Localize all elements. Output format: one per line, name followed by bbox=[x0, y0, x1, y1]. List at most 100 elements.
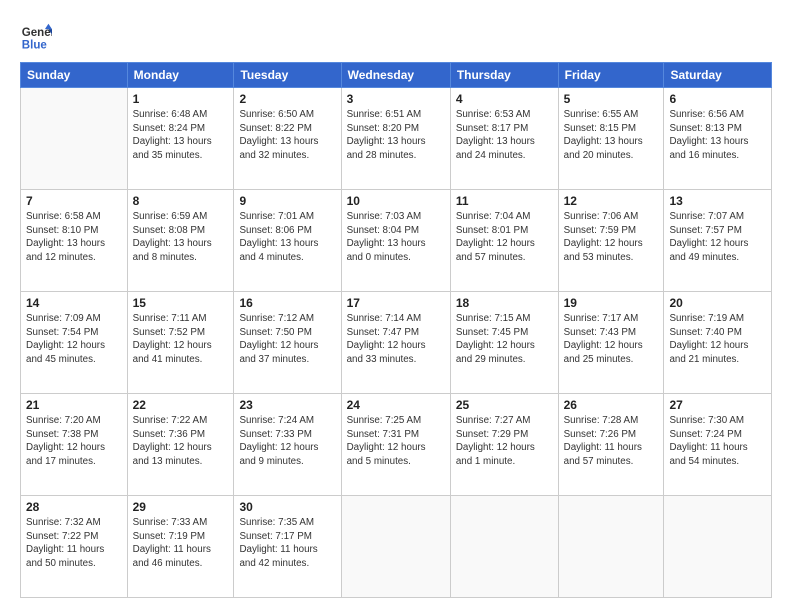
day-info: Sunrise: 7:22 AMSunset: 7:36 PMDaylight:… bbox=[133, 414, 229, 469]
week-row-2: 7Sunrise: 6:58 AMSunset: 8:10 PMDaylight… bbox=[21, 190, 772, 292]
col-header-friday: Friday bbox=[558, 63, 664, 88]
day-number: 27 bbox=[669, 398, 766, 412]
day-cell: 16 Sunrise: 7:12 AMSunset: 7:50 PMDayligh… bbox=[234, 292, 341, 394]
week-row-3: 14 Sunrise: 7:09 AMSunset: 7:54 PMDayligh… bbox=[21, 292, 772, 394]
day-number: 21 bbox=[26, 398, 122, 412]
col-header-wednesday: Wednesday bbox=[341, 63, 450, 88]
day-number: 3 bbox=[347, 92, 445, 106]
day-number: 30 bbox=[239, 500, 335, 514]
day-cell bbox=[341, 496, 450, 598]
week-row-4: 21Sunrise: 7:20 AMSunset: 7:38 PMDayligh… bbox=[21, 394, 772, 496]
day-cell bbox=[664, 496, 772, 598]
day-number: 12 bbox=[564, 194, 659, 208]
day-info: Sunrise: 7:32 AMSunset: 7:22 PMDaylight:… bbox=[26, 516, 122, 571]
day-cell bbox=[450, 496, 558, 598]
day-cell: 21Sunrise: 7:20 AMSunset: 7:38 PMDayligh… bbox=[21, 394, 128, 496]
day-info: Sunrise: 7:17 AMSunset: 7:43 PMDaylight:… bbox=[564, 312, 659, 367]
day-number: 17 bbox=[347, 296, 445, 310]
day-info: Sunrise: 7:12 AMSunset: 7:50 PMDaylight:… bbox=[239, 312, 335, 367]
day-number: 24 bbox=[347, 398, 445, 412]
header-row: SundayMondayTuesdayWednesdayThursdayFrid… bbox=[21, 63, 772, 88]
day-info: Sunrise: 6:50 AMSunset: 8:22 PMDaylight:… bbox=[239, 108, 335, 163]
day-info: Sunrise: 6:55 AMSunset: 8:15 PMDaylight:… bbox=[564, 108, 659, 163]
day-number: 28 bbox=[26, 500, 122, 514]
day-cell: 12 Sunrise: 7:06 AMSunset: 7:59 PMDayligh… bbox=[558, 190, 664, 292]
day-number: 22 bbox=[133, 398, 229, 412]
day-number: 23 bbox=[239, 398, 335, 412]
day-info: Sunrise: 7:35 AMSunset: 7:17 PMDaylight:… bbox=[239, 516, 335, 571]
day-info: Sunrise: 7:24 AMSunset: 7:33 PMDaylight:… bbox=[239, 414, 335, 469]
day-number: 15 bbox=[133, 296, 229, 310]
day-cell bbox=[21, 88, 128, 190]
day-info: Sunrise: 6:51 AMSunset: 8:20 PMDaylight:… bbox=[347, 108, 445, 163]
day-number: 20 bbox=[669, 296, 766, 310]
day-info: Sunrise: 7:14 AMSunset: 7:47 PMDaylight:… bbox=[347, 312, 445, 367]
day-number: 4 bbox=[456, 92, 553, 106]
day-cell: 22 Sunrise: 7:22 AMSunset: 7:36 PMDayligh… bbox=[127, 394, 234, 496]
day-cell: 27 Sunrise: 7:30 AMSunset: 7:24 PMDayligh… bbox=[664, 394, 772, 496]
day-cell: 7Sunrise: 6:58 AMSunset: 8:10 PMDaylight… bbox=[21, 190, 128, 292]
day-number: 7 bbox=[26, 194, 122, 208]
day-info: Sunrise: 7:01 AMSunset: 8:06 PMDaylight:… bbox=[239, 210, 335, 265]
day-number: 18 bbox=[456, 296, 553, 310]
day-cell: 29 Sunrise: 7:33 AMSunset: 7:19 PMDayligh… bbox=[127, 496, 234, 598]
day-cell: 15 Sunrise: 7:11 AMSunset: 7:52 PMDayligh… bbox=[127, 292, 234, 394]
day-cell: 17 Sunrise: 7:14 AMSunset: 7:47 PMDayligh… bbox=[341, 292, 450, 394]
day-info: Sunrise: 6:53 AMSunset: 8:17 PMDaylight:… bbox=[456, 108, 553, 163]
day-info: Sunrise: 7:33 AMSunset: 7:19 PMDaylight:… bbox=[133, 516, 229, 571]
day-number: 10 bbox=[347, 194, 445, 208]
day-cell: 13 Sunrise: 7:07 AMSunset: 7:57 PMDayligh… bbox=[664, 190, 772, 292]
day-info: Sunrise: 7:15 AMSunset: 7:45 PMDaylight:… bbox=[456, 312, 553, 367]
day-cell: 20Sunrise: 7:19 AMSunset: 7:40 PMDayligh… bbox=[664, 292, 772, 394]
header: General Blue bbox=[20, 18, 772, 54]
day-info: Sunrise: 6:59 AMSunset: 8:08 PMDaylight:… bbox=[133, 210, 229, 265]
day-cell: 10 Sunrise: 7:03 AMSunset: 8:04 PMDayligh… bbox=[341, 190, 450, 292]
day-cell: 9 Sunrise: 7:01 AMSunset: 8:06 PMDaylight… bbox=[234, 190, 341, 292]
col-header-saturday: Saturday bbox=[664, 63, 772, 88]
day-cell: 28 Sunrise: 7:32 AMSunset: 7:22 PMDayligh… bbox=[21, 496, 128, 598]
day-info: Sunrise: 6:56 AMSunset: 8:13 PMDaylight:… bbox=[669, 108, 766, 163]
day-info: Sunrise: 7:25 AMSunset: 7:31 PMDaylight:… bbox=[347, 414, 445, 469]
day-cell: 25Sunrise: 7:27 AMSunset: 7:29 PMDayligh… bbox=[450, 394, 558, 496]
day-number: 13 bbox=[669, 194, 766, 208]
day-number: 1 bbox=[133, 92, 229, 106]
day-cell: 11Sunrise: 7:04 AMSunset: 8:01 PMDayligh… bbox=[450, 190, 558, 292]
col-header-tuesday: Tuesday bbox=[234, 63, 341, 88]
day-cell: 3 Sunrise: 6:51 AMSunset: 8:20 PMDaylight… bbox=[341, 88, 450, 190]
col-header-thursday: Thursday bbox=[450, 63, 558, 88]
col-header-sunday: Sunday bbox=[21, 63, 128, 88]
day-number: 6 bbox=[669, 92, 766, 106]
day-number: 25 bbox=[456, 398, 553, 412]
day-info: Sunrise: 7:06 AMSunset: 7:59 PMDaylight:… bbox=[564, 210, 659, 265]
day-number: 26 bbox=[564, 398, 659, 412]
day-info: Sunrise: 7:28 AMSunset: 7:26 PMDaylight:… bbox=[564, 414, 659, 469]
day-number: 9 bbox=[239, 194, 335, 208]
day-number: 5 bbox=[564, 92, 659, 106]
day-cell: 1 Sunrise: 6:48 AMSunset: 8:24 PMDaylight… bbox=[127, 88, 234, 190]
day-cell: 5 Sunrise: 6:55 AMSunset: 8:15 PMDaylight… bbox=[558, 88, 664, 190]
day-cell bbox=[558, 496, 664, 598]
week-row-5: 28 Sunrise: 7:32 AMSunset: 7:22 PMDayligh… bbox=[21, 496, 772, 598]
day-info: Sunrise: 6:48 AMSunset: 8:24 PMDaylight:… bbox=[133, 108, 229, 163]
day-info: Sunrise: 7:03 AMSunset: 8:04 PMDaylight:… bbox=[347, 210, 445, 265]
logo-icon: General Blue bbox=[20, 22, 52, 54]
col-header-monday: Monday bbox=[127, 63, 234, 88]
day-cell: 6 Sunrise: 6:56 AMSunset: 8:13 PMDaylight… bbox=[664, 88, 772, 190]
calendar-page: General Blue SundayMondayTuesdayWednesda… bbox=[0, 0, 792, 612]
svg-text:Blue: Blue bbox=[22, 40, 48, 52]
logo: General Blue bbox=[20, 22, 56, 54]
day-number: 19 bbox=[564, 296, 659, 310]
day-number: 29 bbox=[133, 500, 229, 514]
day-info: Sunrise: 7:07 AMSunset: 7:57 PMDaylight:… bbox=[669, 210, 766, 265]
day-cell: 2Sunrise: 6:50 AMSunset: 8:22 PMDaylight… bbox=[234, 88, 341, 190]
day-cell: 8 Sunrise: 6:59 AMSunset: 8:08 PMDaylight… bbox=[127, 190, 234, 292]
day-number: 8 bbox=[133, 194, 229, 208]
calendar-table: SundayMondayTuesdayWednesdayThursdayFrid… bbox=[20, 62, 772, 598]
day-info: Sunrise: 7:30 AMSunset: 7:24 PMDaylight:… bbox=[669, 414, 766, 469]
day-number: 11 bbox=[456, 194, 553, 208]
day-info: Sunrise: 7:11 AMSunset: 7:52 PMDaylight:… bbox=[133, 312, 229, 367]
day-cell: 26 Sunrise: 7:28 AMSunset: 7:26 PMDayligh… bbox=[558, 394, 664, 496]
day-number: 16 bbox=[239, 296, 335, 310]
day-info: Sunrise: 7:09 AMSunset: 7:54 PMDaylight:… bbox=[26, 312, 122, 367]
day-number: 14 bbox=[26, 296, 122, 310]
